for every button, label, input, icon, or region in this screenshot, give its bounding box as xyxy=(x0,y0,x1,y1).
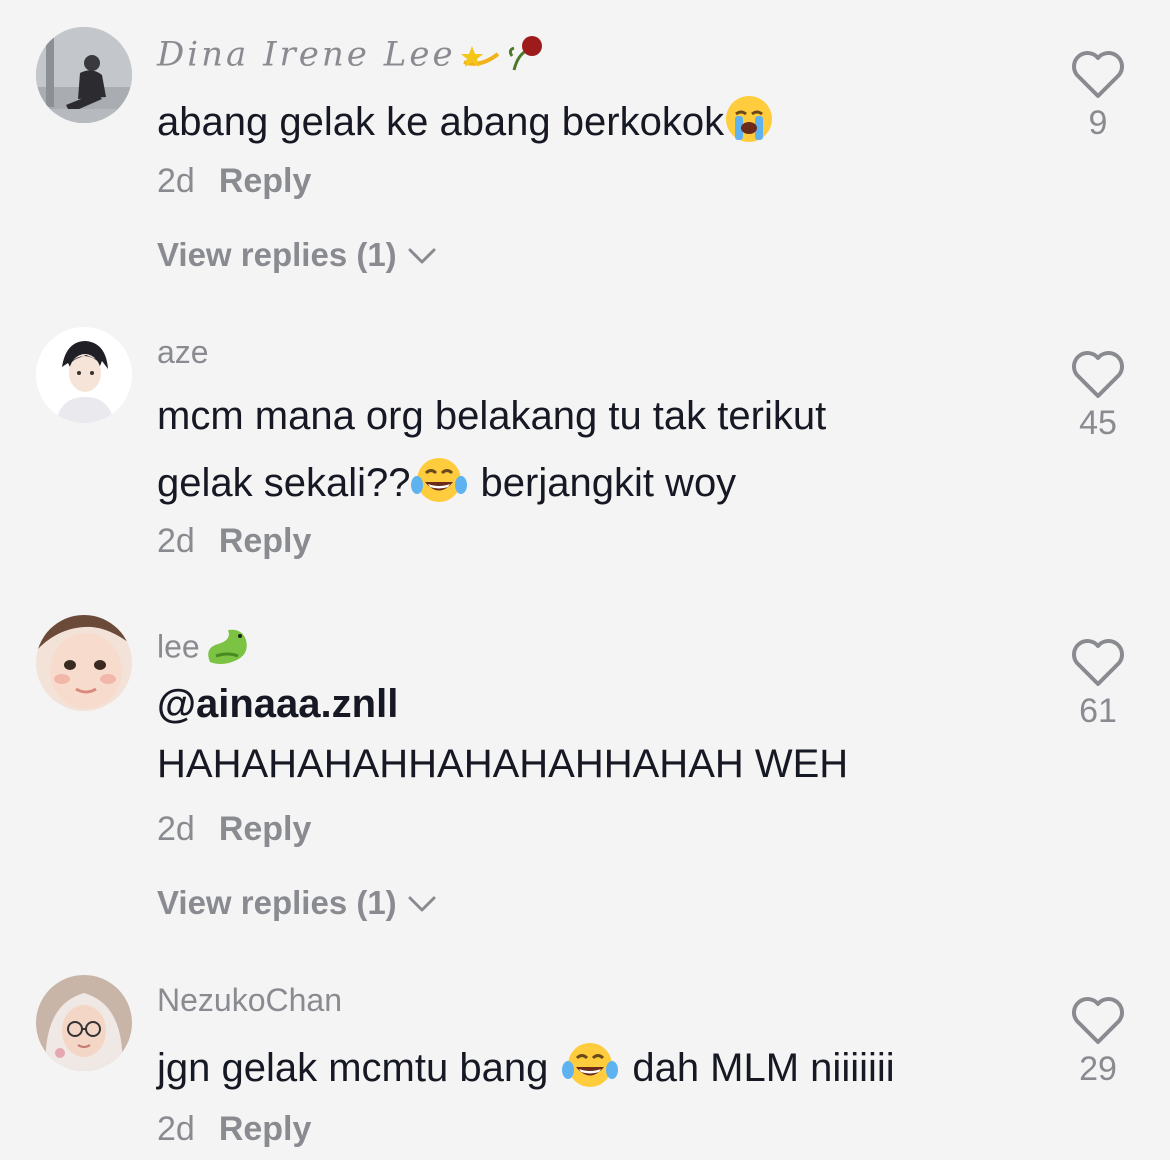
heart-outline-icon xyxy=(1072,51,1124,98)
reply-button[interactable]: Reply xyxy=(219,1110,312,1148)
comment-text: gelak sekali?? berjangkit woy xyxy=(157,455,736,516)
comment-username[interactable]: aze xyxy=(157,334,209,371)
comments-list: Dina Irene Lee abang gelak ke abang berk… xyxy=(0,0,1170,1160)
comment-username[interactable]: Dina Irene Lee xyxy=(157,32,548,81)
view-replies-button[interactable]: View replies (1) xyxy=(157,884,437,922)
comet-emoji-icon xyxy=(460,32,504,81)
chevron-down-icon xyxy=(407,884,437,922)
comment-meta: 2d Reply xyxy=(157,810,311,849)
loudly-crying-face-icon xyxy=(724,94,774,155)
heart-outline-icon xyxy=(1072,351,1124,398)
like-count: 61 xyxy=(1079,692,1117,730)
wilted-rose-emoji-icon xyxy=(504,32,548,81)
chevron-down-icon xyxy=(407,236,437,274)
avatar[interactable] xyxy=(36,975,132,1071)
reply-button[interactable]: Reply xyxy=(219,810,312,848)
comment-text: mcm mana org belakang tu tak terikut xyxy=(157,394,827,438)
comment-time: 2d xyxy=(157,1110,195,1148)
tears-of-joy-icon xyxy=(562,1040,619,1101)
comment-text: abang gelak ke abang berkokok xyxy=(157,94,774,155)
mention-link[interactable]: @ainaaa.znll xyxy=(157,680,398,728)
reply-button[interactable]: Reply xyxy=(219,162,312,200)
comment-meta: 2d Reply xyxy=(157,1110,311,1149)
comment-username[interactable]: NezukoChan xyxy=(157,982,342,1019)
comment-meta: 2d Reply xyxy=(157,522,311,561)
avatar[interactable] xyxy=(36,327,132,423)
comment-username[interactable]: lee xyxy=(157,622,254,676)
like-button[interactable]: 29 xyxy=(1060,996,1136,1089)
like-count: 9 xyxy=(1088,104,1108,142)
comment-time: 2d xyxy=(157,810,195,848)
like-button[interactable]: 61 xyxy=(1060,638,1136,731)
like-button[interactable]: 45 xyxy=(1060,350,1136,443)
dragon-emoji-icon xyxy=(202,622,254,676)
like-count: 45 xyxy=(1079,404,1117,442)
tears-of-joy-icon xyxy=(410,455,467,516)
comment-time: 2d xyxy=(157,522,195,560)
heart-outline-icon xyxy=(1072,997,1124,1044)
heart-outline-icon xyxy=(1072,639,1124,686)
avatar[interactable] xyxy=(36,615,132,711)
comment-text: jgn gelak mcmtu bang dah MLM niiiiiii xyxy=(157,1040,895,1101)
like-button[interactable]: 9 xyxy=(1060,50,1136,143)
avatar[interactable] xyxy=(36,27,132,123)
like-count: 29 xyxy=(1079,1050,1117,1088)
reply-button[interactable]: Reply xyxy=(219,522,312,560)
view-replies-button[interactable]: View replies (1) xyxy=(157,236,437,274)
comment-time: 2d xyxy=(157,162,195,200)
comment-text: HAHAHAHAHHAHAHAHHAHAH WEH xyxy=(157,742,849,786)
comment-meta: 2d Reply xyxy=(157,162,311,201)
